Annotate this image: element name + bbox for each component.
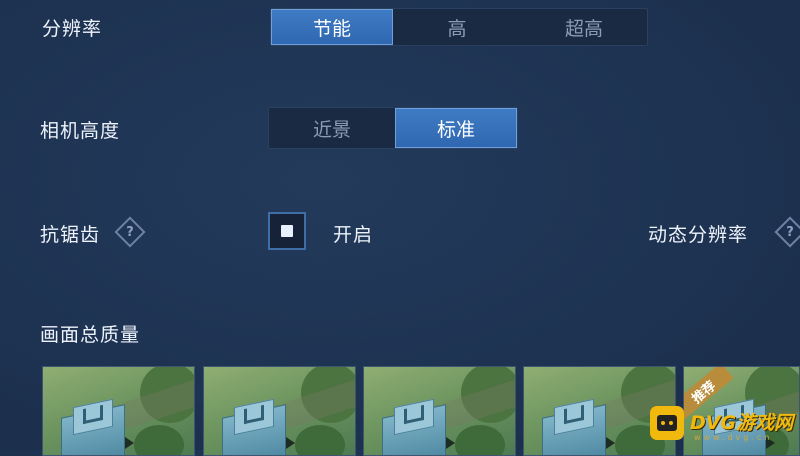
anti-aliasing-toggle-label: 开启 xyxy=(333,224,374,246)
help-glyph: ? xyxy=(786,224,794,240)
watermark-brand: DVG游戏网 xyxy=(690,412,794,434)
help-glyph: ? xyxy=(126,224,134,240)
camera-height-option-close[interactable]: 近景 xyxy=(269,108,395,148)
resolution-label: 分辨率 xyxy=(42,18,103,40)
resolution-option-high[interactable]: 高 xyxy=(393,9,521,45)
camera-height-segmented-control: 近景 标准 xyxy=(268,107,518,149)
dynamic-resolution-label: 动态分辨率 xyxy=(648,224,749,246)
watermark: DVG游戏网 www.dvg.cn xyxy=(650,406,800,446)
camera-height-label: 相机高度 xyxy=(40,120,121,142)
overall-quality-label: 画面总质量 xyxy=(40,324,141,346)
quality-thumbnail-1[interactable] xyxy=(42,366,195,456)
dynamic-resolution-help-icon[interactable]: ? xyxy=(774,216,800,248)
resolution-option-ultra-high[interactable]: 超高 xyxy=(521,9,647,45)
anti-aliasing-checkbox[interactable] xyxy=(268,212,306,250)
quality-thumbnail-3[interactable] xyxy=(363,366,516,456)
resolution-segmented-control: 节能 高 超高 xyxy=(270,8,648,46)
anti-aliasing-label: 抗锯齿 xyxy=(40,224,101,246)
watermark-url: www.dvg.cn xyxy=(694,433,773,442)
dvg-logo-icon xyxy=(650,406,684,440)
resolution-option-energy-saving[interactable]: 节能 xyxy=(271,9,393,45)
camera-height-option-standard[interactable]: 标准 xyxy=(395,108,517,148)
checkbox-check-mark xyxy=(281,225,293,237)
anti-aliasing-help-icon[interactable]: ? xyxy=(114,216,146,248)
quality-thumbnail-2[interactable] xyxy=(203,366,356,456)
